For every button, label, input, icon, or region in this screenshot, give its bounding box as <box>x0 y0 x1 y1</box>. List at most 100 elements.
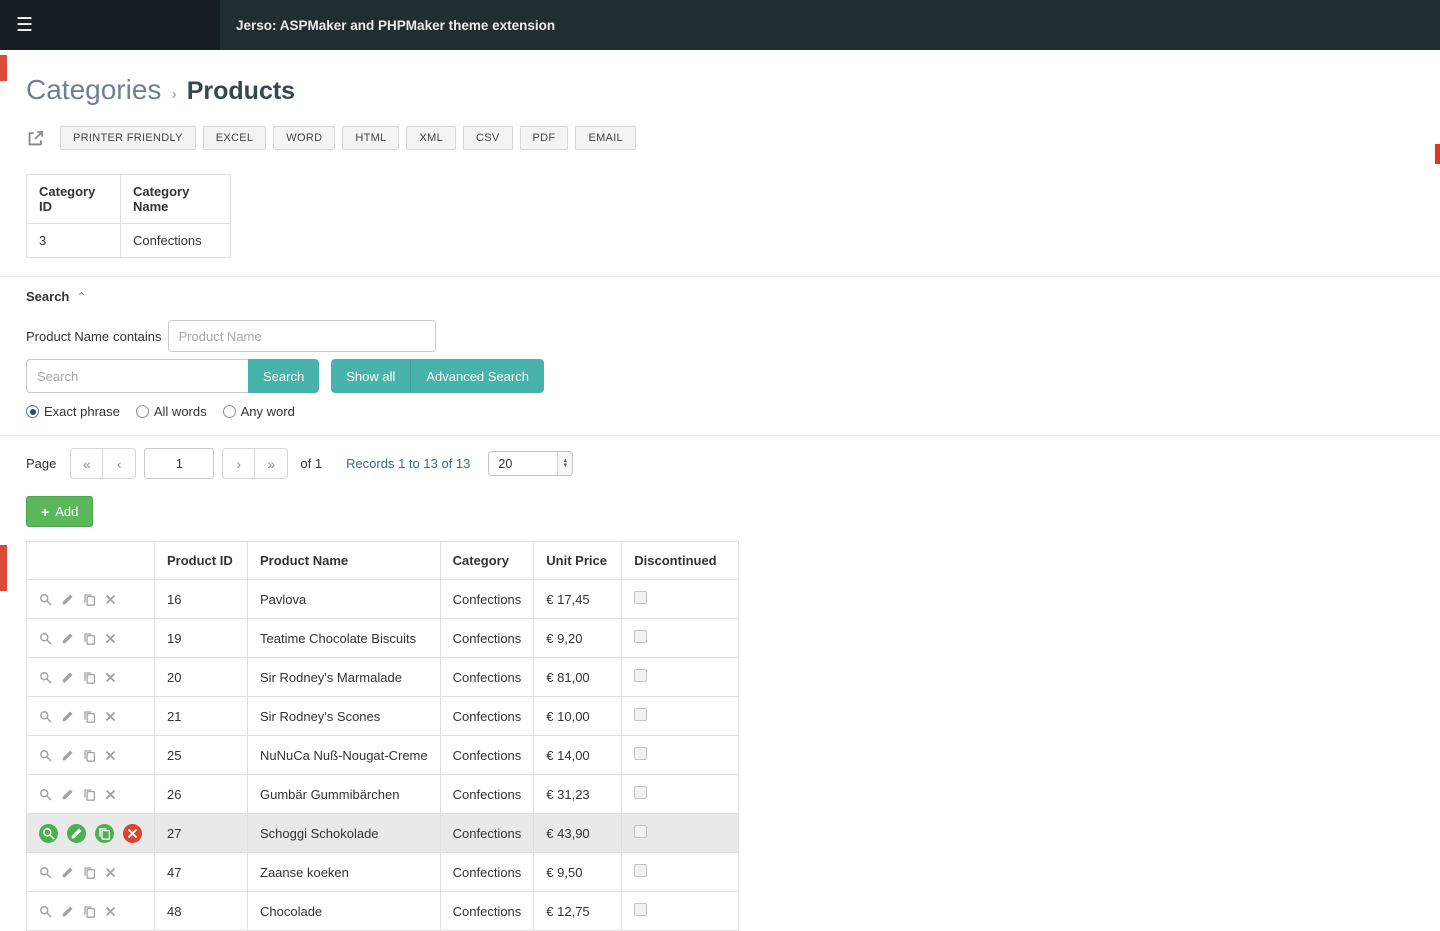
unit-price-cell: € 17,45 <box>533 579 623 619</box>
export-button-xml[interactable]: XML <box>406 126 457 150</box>
edit-icon[interactable] <box>61 671 74 684</box>
product-id-cell: 19 <box>154 618 248 658</box>
view-icon[interactable] <box>39 905 52 918</box>
discontinued-checkbox[interactable] <box>634 630 648 643</box>
show-all-button[interactable]: Show all <box>331 359 411 393</box>
copy-icon[interactable] <box>83 788 96 801</box>
discontinued-cell <box>621 579 740 619</box>
edit-icon[interactable] <box>61 788 74 801</box>
delete-icon[interactable] <box>123 823 142 843</box>
column-header-category: Category <box>439 541 535 580</box>
unit-price-cell: € 9,20 <box>533 618 623 658</box>
discontinued-checkbox[interactable] <box>634 708 648 721</box>
export-button-printer-friendly[interactable]: PRINTER FRIENDLY <box>60 126 196 150</box>
view-icon[interactable] <box>39 866 52 879</box>
radio-exact-phrase[interactable]: Exact phrase <box>26 404 120 419</box>
delete-icon[interactable] <box>105 633 116 644</box>
top-bar: ☰ Jerso: ASPMaker and PHPMaker theme ext… <box>0 0 1440 50</box>
edit-icon[interactable] <box>61 632 74 645</box>
export-button-pdf[interactable]: PDF <box>519 126 569 150</box>
edit-icon[interactable] <box>61 710 74 723</box>
delete-icon[interactable] <box>105 789 116 800</box>
delete-icon[interactable] <box>105 867 116 878</box>
copy-icon[interactable] <box>83 632 96 645</box>
copy-icon[interactable] <box>83 866 96 879</box>
edit-icon[interactable] <box>61 749 74 762</box>
next-page-button[interactable]: › <box>222 448 256 479</box>
delete-icon[interactable] <box>105 594 116 605</box>
copy-icon[interactable] <box>83 593 96 606</box>
current-page-input[interactable] <box>144 448 215 479</box>
export-button-word[interactable]: WORD <box>273 126 336 150</box>
edit-icon[interactable] <box>61 593 74 606</box>
copy-icon[interactable] <box>83 749 96 762</box>
unit-price-cell: € 12,75 <box>533 891 623 931</box>
section-divider <box>0 276 1440 277</box>
product-id-cell: 26 <box>154 774 248 814</box>
view-icon[interactable] <box>39 632 52 645</box>
search-panel-toggle[interactable]: Search ⌃ <box>26 289 1414 304</box>
advanced-search-button[interactable]: Advanced Search <box>410 359 544 393</box>
copy-icon[interactable] <box>83 710 96 723</box>
discontinued-checkbox[interactable] <box>634 825 648 838</box>
prev-page-button[interactable]: ‹ <box>103 448 137 479</box>
product-name-cell: Gumbär Gummibärchen <box>247 774 441 814</box>
page-title: Products <box>186 77 296 105</box>
stepper-icon[interactable]: ▲ ▼ <box>557 452 573 475</box>
radio-all-words[interactable]: All words <box>135 404 207 419</box>
edit-icon[interactable] <box>61 866 74 879</box>
view-icon[interactable] <box>39 823 58 843</box>
radio-any-word[interactable]: Any word <box>222 404 295 419</box>
page-size-select[interactable]: 20 ▲ ▼ <box>488 451 574 476</box>
export-link-icon[interactable] <box>26 129 45 148</box>
category-cell: Confections <box>439 813 535 853</box>
export-button-csv[interactable]: CSV <box>463 126 513 150</box>
product-name-cell: Sir Rodney's Marmalade <box>247 657 441 697</box>
view-icon[interactable] <box>39 710 52 723</box>
copy-icon[interactable] <box>83 905 96 918</box>
product-id-cell: 25 <box>154 735 248 775</box>
radio-label: Exact phrase <box>44 404 120 419</box>
discontinued-checkbox[interactable] <box>634 591 648 604</box>
unit-price-cell: € 43,90 <box>533 813 623 853</box>
hamburger-menu-icon[interactable]: ☰ <box>16 16 33 35</box>
discontinued-checkbox[interactable] <box>634 786 648 799</box>
breadcrumb-parent-link[interactable]: Categories <box>26 74 161 106</box>
export-button-email[interactable]: EMAIL <box>575 126 636 150</box>
view-icon[interactable] <box>39 671 52 684</box>
table-row: 48 Chocolade Confections € 12,75 <box>26 891 740 931</box>
export-toolbar: PRINTER FRIENDLY EXCEL WORD HTML XML CSV PDF EM… <box>26 126 1414 150</box>
product-name-input[interactable] <box>167 320 436 352</box>
discontinued-checkbox[interactable] <box>634 747 648 760</box>
category-cell: Confections <box>439 618 535 658</box>
delete-icon[interactable] <box>105 672 116 683</box>
delete-icon[interactable] <box>105 906 116 917</box>
add-button[interactable]: + Add <box>26 496 94 527</box>
unit-price-cell: € 31,23 <box>533 774 623 814</box>
search-button[interactable]: Search <box>248 359 320 393</box>
discontinued-checkbox[interactable] <box>634 669 648 682</box>
view-icon[interactable] <box>39 788 52 801</box>
copy-icon[interactable] <box>95 823 114 843</box>
product-name-cell: Sir Rodney's Scones <box>247 696 441 736</box>
view-icon[interactable] <box>39 593 52 606</box>
search-input[interactable] <box>26 359 248 393</box>
edit-icon[interactable] <box>67 823 86 843</box>
delete-icon[interactable] <box>105 711 116 722</box>
product-name-cell: Pavlova <box>247 579 441 619</box>
last-page-button[interactable]: » <box>255 448 289 479</box>
first-page-button[interactable]: « <box>70 448 104 479</box>
copy-icon[interactable] <box>83 671 96 684</box>
delete-icon[interactable] <box>105 750 116 761</box>
category-cell: Confections <box>439 735 535 775</box>
edit-icon[interactable] <box>61 905 74 918</box>
discontinued-checkbox[interactable] <box>634 864 648 877</box>
export-button-html[interactable]: HTML <box>342 126 400 150</box>
view-icon[interactable] <box>39 749 52 762</box>
category-cell: Confections <box>439 696 535 736</box>
radio-icon <box>135 405 149 418</box>
discontinued-cell <box>621 852 740 892</box>
discontinued-checkbox[interactable] <box>634 903 648 916</box>
product-id-cell: 47 <box>154 852 248 892</box>
export-button-excel[interactable]: EXCEL <box>202 126 267 150</box>
